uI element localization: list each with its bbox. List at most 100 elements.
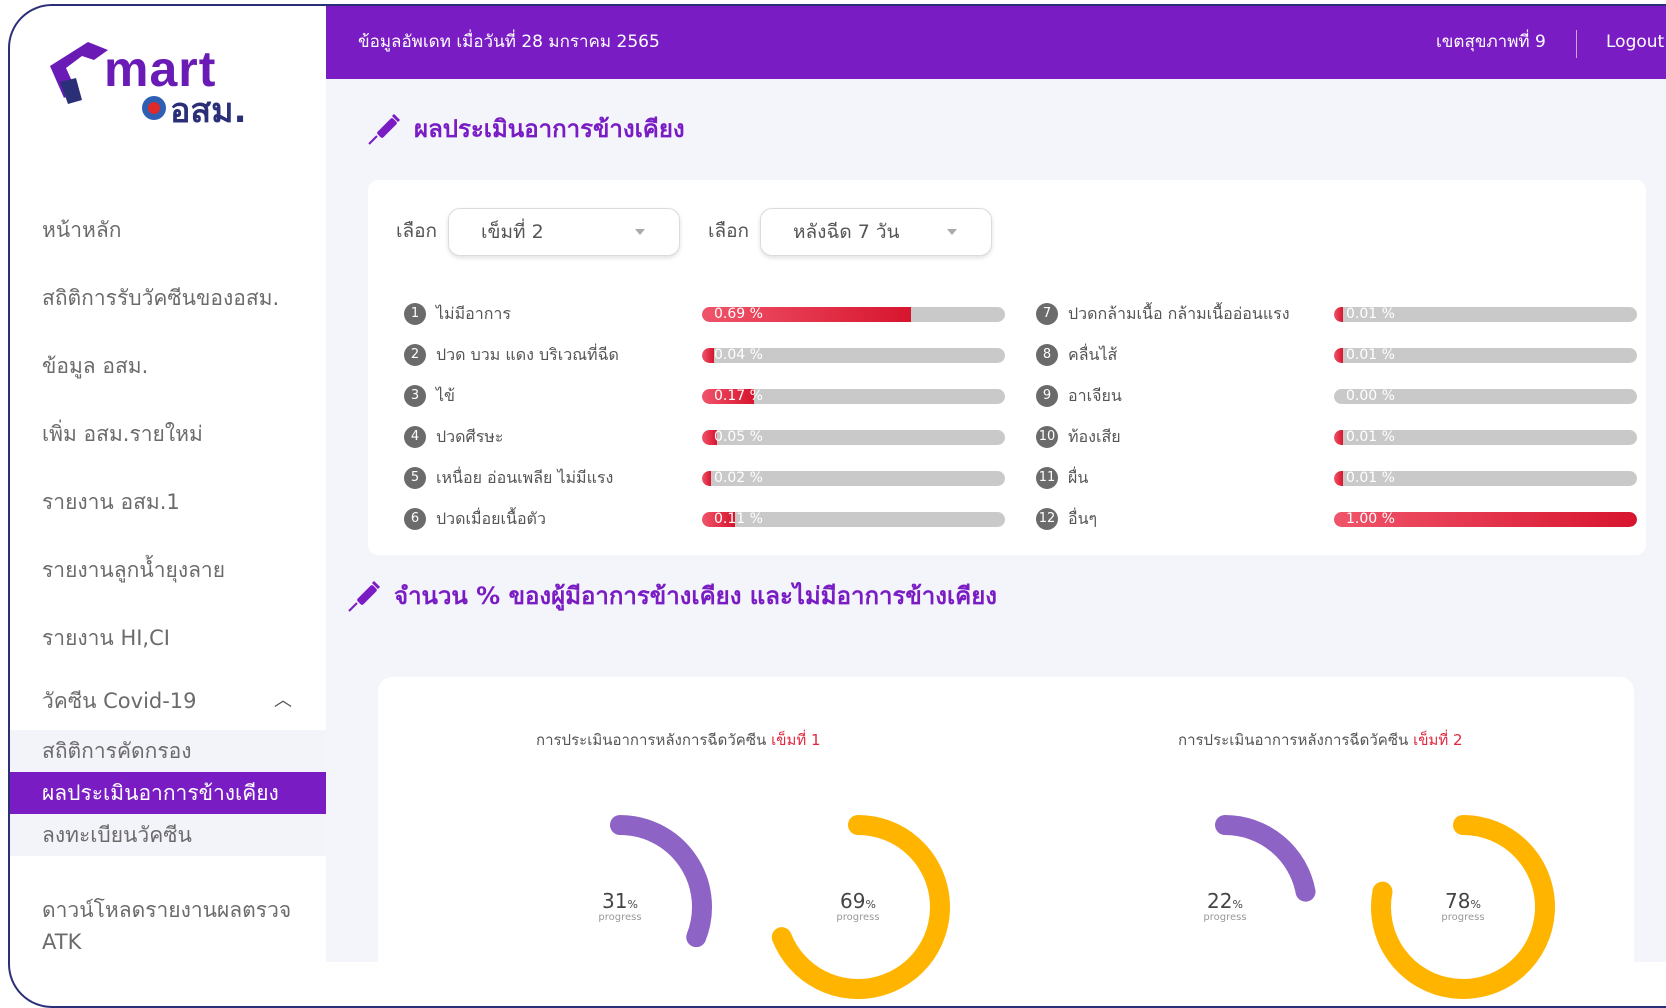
symptom-progress-bar: 0.01 %	[1334, 348, 1637, 363]
logout-link[interactable]: Logout	[1606, 6, 1664, 79]
period-select-value: หลังฉีด 7 วัน	[793, 221, 900, 243]
symptom-number-badge: 1	[404, 303, 426, 325]
symptom-row: 1 ไม่มีอาการ 0.69 %	[404, 303, 1005, 329]
symptom-number-badge: 8	[1036, 344, 1058, 366]
gauge-percent-value: 31	[602, 889, 628, 913]
sidebar-item-vaccine-stats[interactable]: สถิติการรับวัคซีนของอสม.	[10, 264, 326, 332]
symptom-label: ผื่น	[1068, 468, 1089, 487]
section-title-text: จำนวน % ของผู้มีอาการข้างเคียง และไม่มีอ…	[394, 582, 997, 610]
gauge-percent-value: 78	[1445, 889, 1471, 913]
dose2-title-text: การประเมินอาการหลังการฉีดวัคซีน	[1178, 731, 1409, 749]
gauge-percent-unit: %	[865, 898, 876, 911]
side-effects-card: เลือก เข็มที่ 2 เลือก หลังฉีด 7 วัน 1 ไม่…	[368, 180, 1646, 555]
period-select[interactable]: หลังฉีด 7 วัน	[760, 208, 992, 256]
symptom-percent-text: 0.01 %	[1346, 430, 1395, 445]
gauge-percent-unit: %	[1470, 898, 1481, 911]
symptom-label: ท้องเสีย	[1068, 427, 1121, 446]
symptom-percent-text: 0.01 %	[1346, 348, 1395, 363]
sidebar-group-label: วัคซีน Covid-19	[42, 689, 197, 713]
gauge-percent-value: 22	[1207, 889, 1233, 913]
svg-text:อสม.: อสม.	[170, 91, 247, 128]
dose1-highlight: เข็มที่ 1	[771, 731, 821, 749]
gauge-caption: progress	[1441, 912, 1485, 923]
sidebar-item-report-osm1[interactable]: รายงาน อสม.1	[10, 468, 326, 536]
symptom-number-badge: 5	[404, 467, 426, 489]
syringe-icon	[348, 580, 381, 612]
symptom-progress-bar: 0.17 %	[702, 389, 1005, 404]
gauge-value-label: 78% progress	[1423, 889, 1503, 923]
section-title-text: ผลประเมินอาการข้างเคียง	[414, 115, 685, 143]
update-date-text: ข้อมูลอัพเดท เมื่อวันที่ 28 มกราคม 2565	[358, 32, 660, 52]
chevron-up-icon[interactable]: ︿	[274, 672, 292, 730]
symptom-percent-text: 1.00 %	[1346, 512, 1395, 527]
dose1-title-text: การประเมินอาการหลังการฉีดวัคซีน	[536, 731, 767, 749]
symptom-row: 7 ปวดกล้ามเนื้อ กล้ามเนื้ออ่อนแรง 0.01 %	[1036, 303, 1637, 329]
symptom-progress-bar: 0.01 %	[1334, 307, 1637, 322]
symptom-percent-text: 0.17 %	[714, 389, 763, 404]
symptom-row: 12 อื่นๆ 1.00 %	[1036, 508, 1637, 534]
chevron-down-icon	[635, 229, 645, 235]
symptom-label: ปวด บวม แดง บริเวณที่ฉีด	[436, 345, 619, 364]
dose1-chart-title: การประเมินอาการหลังการฉีดวัคซีน เข็มที่ …	[536, 728, 821, 752]
dose2-chart-title: การประเมินอาการหลังการฉีดวัคซีน เข็มที่ …	[1178, 728, 1463, 752]
sidebar-item-add-osm[interactable]: เพิ่ม อสม.รายใหม่	[10, 400, 326, 468]
symptom-label: เหนื่อย อ่อนเพลีย ไม่มีแรง	[436, 468, 614, 487]
sidebar-item-home[interactable]: หน้าหลัก	[10, 196, 326, 264]
dose2-highlight: เข็มที่ 2	[1413, 731, 1463, 749]
gauge-caption: progress	[836, 912, 880, 923]
syringe-icon	[368, 113, 401, 145]
symptom-percent-text: 0.05 %	[714, 430, 763, 445]
symptom-progress-fill	[1334, 471, 1344, 486]
symptom-label: ไข้	[436, 386, 455, 405]
symptom-progress-bar: 0.11 %	[702, 512, 1005, 527]
symptom-progress-bar: 0.04 %	[702, 348, 1005, 363]
symptom-percent-text: 0.01 %	[1346, 307, 1395, 322]
symptom-number-badge: 12	[1036, 508, 1058, 530]
dose-select[interactable]: เข็มที่ 2	[448, 208, 680, 256]
top-bar: ข้อมูลอัพเดท เมื่อวันที่ 28 มกราคม 2565 …	[326, 6, 1666, 79]
symptom-progress-fill	[702, 348, 715, 363]
symptom-label: ปวดศีรษะ	[436, 427, 504, 446]
gauge-value-label: 69% progress	[818, 889, 898, 923]
filter-label: เลือก	[396, 220, 438, 242]
gauge-caption: progress	[1203, 912, 1247, 923]
symptom-label: ไม่มีอาการ	[436, 304, 511, 323]
symptom-row: 2 ปวด บวม แดง บริเวณที่ฉีด 0.04 %	[404, 344, 1005, 370]
sidebar-item-vaccine-register[interactable]: ลงทะเบียนวัคซีน	[10, 814, 326, 856]
symptom-row: 3 ไข้ 0.17 %	[404, 385, 1005, 411]
chevron-down-icon	[947, 229, 957, 235]
symptom-percent-text: 0.01 %	[1346, 471, 1395, 486]
ratio-card: การประเมินอาการหลังการฉีดวัคซีน เข็มที่ …	[378, 677, 1634, 999]
sidebar-item-hi-ci-report[interactable]: รายงาน HI,CI	[10, 604, 326, 672]
gauge-caption: progress	[598, 912, 642, 923]
symptom-progress-fill	[1334, 307, 1344, 322]
symptom-progress-bar: 0.01 %	[1334, 430, 1637, 445]
symptom-progress-bar: 0.00 %	[1334, 389, 1637, 404]
sidebar-item-larva-report[interactable]: รายงานลูกน้ำยุงลาย	[10, 536, 326, 604]
sidebar-item-download-atk[interactable]: ดาวน์โหลดรายงานผลตรวจ ATK	[10, 856, 326, 958]
symptom-progress-bar: 0.69 %	[702, 307, 1005, 322]
sidebar-item-side-effects[interactable]: ผลประเมินอาการข้างเคียง	[10, 772, 326, 814]
symptom-progress-fill	[1334, 430, 1344, 445]
symptom-progress-bar: 0.05 %	[702, 430, 1005, 445]
symptom-row: 10 ท้องเสีย 0.01 %	[1036, 426, 1637, 452]
gauge-value-label: 31% progress	[580, 889, 660, 923]
symptom-number-badge: 2	[404, 344, 426, 366]
sidebar-nav: หน้าหลัก สถิติการรับวัคซีนของอสม. ข้อมูล…	[10, 196, 326, 958]
symptom-label: คลื่นไส้	[1068, 345, 1118, 364]
symptom-row: 5 เหนื่อย อ่อนเพลีย ไม่มีแรง 0.02 %	[404, 467, 1005, 493]
symptom-number-badge: 7	[1036, 303, 1058, 325]
smart-osm-logo[interactable]: mart อสม.	[46, 38, 286, 128]
symptom-progress-bar: 0.02 %	[702, 471, 1005, 486]
symptom-progress-fill	[702, 471, 712, 486]
region-label: เขตสุขภาพที่ 9	[1436, 32, 1546, 52]
symptom-row: 4 ปวดศีรษะ 0.05 %	[404, 426, 1005, 452]
sidebar-item-screening-stats[interactable]: สถิติการคัดกรอง	[10, 730, 326, 772]
symptom-percent-text: 0.04 %	[714, 348, 763, 363]
gauge-arc	[1215, 815, 1316, 902]
sidebar-group-covid-vaccine[interactable]: วัคซีน Covid-19 ︿	[10, 672, 326, 730]
filter-label: เลือก	[708, 220, 750, 242]
sidebar-item-osm-data[interactable]: ข้อมูล อสม.	[10, 332, 326, 400]
gauge-percent-unit: %	[627, 898, 638, 911]
symptom-percent-text: 0.00 %	[1346, 389, 1395, 404]
